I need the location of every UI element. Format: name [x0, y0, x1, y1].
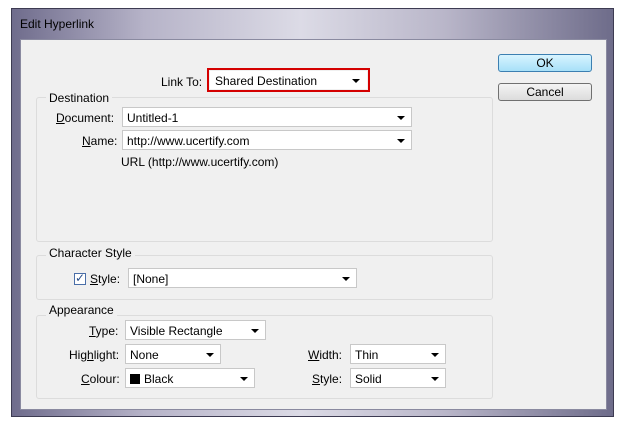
character-style-value: [None]: [133, 272, 169, 286]
document-label-rest: ocument:: [64, 111, 115, 125]
edit-hyperlink-dialog: Edit Hyperlink Link To: Shared Destinati…: [12, 9, 613, 416]
appearance-title: Appearance: [46, 303, 117, 317]
cancel-button[interactable]: Cancel: [498, 83, 592, 101]
destination-title: Destination: [46, 91, 113, 105]
colour-label: Colour:: [81, 372, 120, 386]
appearance-style-dropdown[interactable]: Solid: [350, 368, 446, 388]
dialog-body: Link To: Shared Destination OK Cancel De…: [20, 39, 607, 410]
highlight-label: Highlight:: [69, 348, 120, 362]
type-label: Type:: [89, 324, 119, 338]
name-label-rest: ame:: [90, 134, 118, 148]
character-style-label-rest: tyle:: [98, 272, 121, 286]
type-label-rest: ype:: [95, 324, 119, 338]
checkmark-icon: ✓: [75, 271, 86, 285]
colour-label-rest: olour:: [89, 372, 120, 386]
link-to-dropdown[interactable]: Shared Destination: [210, 71, 367, 89]
title-bar: Edit Hyperlink: [12, 9, 613, 39]
highlight-dropdown[interactable]: None: [125, 344, 221, 364]
appearance-style-label-rest: tyle:: [320, 372, 343, 386]
chevron-down-icon: [352, 79, 360, 83]
width-label: Width:: [308, 348, 343, 362]
link-to-value: Shared Destination: [215, 74, 318, 88]
chevron-down-icon: [397, 116, 405, 120]
document-label: Document:: [56, 111, 115, 125]
chevron-down-icon: [342, 277, 350, 281]
highlight-value: None: [130, 348, 159, 362]
chevron-down-icon: [431, 353, 439, 357]
chevron-down-icon: [206, 353, 214, 357]
type-dropdown[interactable]: Visible Rectangle: [125, 320, 266, 340]
width-value: Thin: [355, 348, 379, 362]
colour-swatch: [130, 374, 140, 384]
ok-button[interactable]: OK: [498, 54, 592, 72]
character-style-title: Character Style: [46, 246, 135, 260]
colour-value-wrap: Black: [130, 372, 173, 386]
appearance-style-value: Solid: [355, 372, 382, 386]
colour-value: Black: [144, 372, 174, 386]
chevron-down-icon: [240, 377, 248, 381]
width-dropdown[interactable]: Thin: [350, 344, 446, 364]
type-value: Visible Rectangle: [130, 324, 223, 338]
highlight-label-rest: light:: [93, 348, 120, 362]
name-label: Name:: [82, 134, 118, 148]
document-dropdown[interactable]: Untitled-1: [122, 107, 412, 127]
name-combobox[interactable]: http://www.ucertify.com: [122, 130, 412, 150]
dialog-title: Edit Hyperlink: [20, 17, 95, 31]
appearance-style-label: Style:: [312, 372, 343, 386]
chevron-down-icon: [251, 329, 259, 333]
character-style-dropdown[interactable]: [None]: [128, 268, 357, 288]
chevron-down-icon: [397, 139, 405, 143]
style-checkbox[interactable]: ✓: [74, 271, 86, 285]
link-to-label: Link To:: [161, 75, 203, 89]
character-style-label: Style:: [90, 272, 121, 286]
chevron-down-icon: [431, 377, 439, 381]
url-text: URL (http://www.ucertify.com): [121, 155, 279, 169]
colour-dropdown[interactable]: Black: [125, 368, 255, 388]
name-value: http://www.ucertify.com: [127, 134, 250, 148]
document-value: Untitled-1: [127, 111, 179, 125]
width-label-rest: idth:: [319, 348, 343, 362]
